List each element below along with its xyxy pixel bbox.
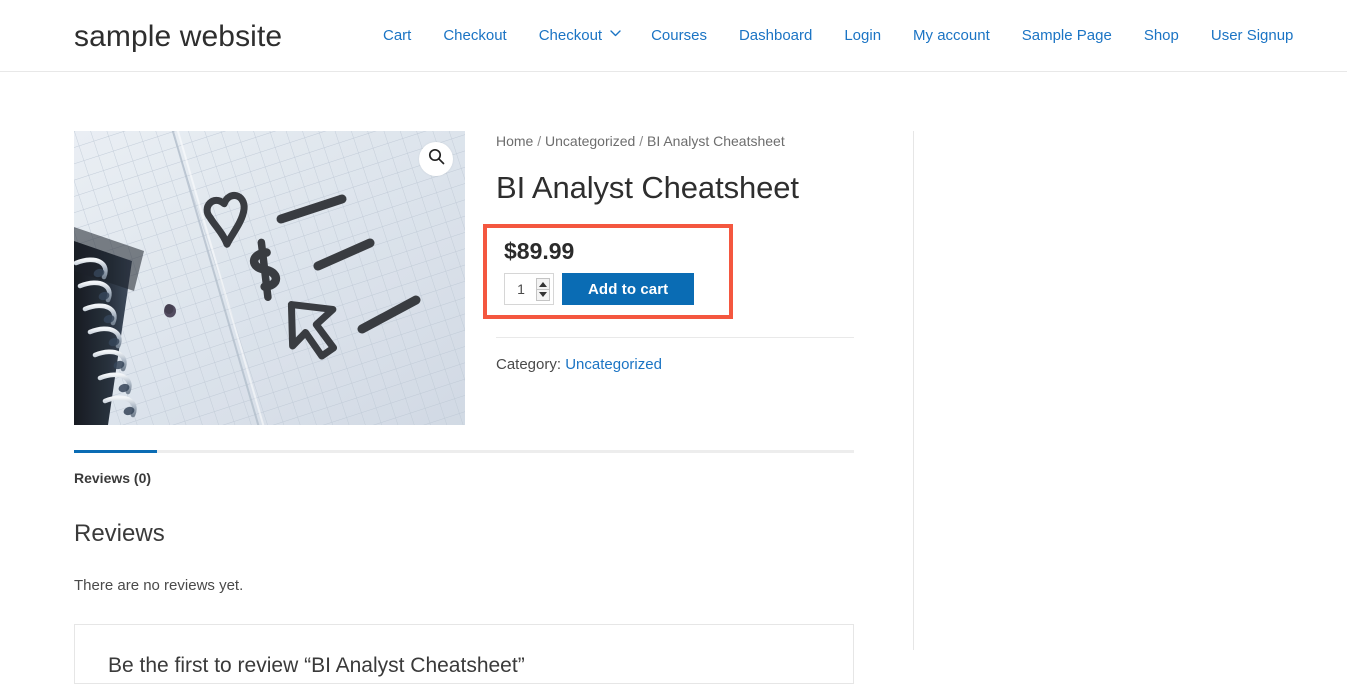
breadcrumb-separator: / <box>537 133 542 149</box>
active-tab-indicator <box>74 450 157 453</box>
breadcrumb-category[interactable]: Uncategorized <box>545 133 635 149</box>
add-to-cart-button[interactable]: Add to cart <box>562 273 695 305</box>
nav-item-checkout[interactable]: Checkout <box>427 25 522 46</box>
spinner-down-icon[interactable] <box>539 292 547 297</box>
quantity-stepper[interactable] <box>504 273 554 305</box>
product-content-column: Home / Uncategorized / BI Analyst Cheats… <box>0 72 914 684</box>
nav-label: My account <box>913 27 990 44</box>
product-image <box>74 131 465 425</box>
nav-item-checkout-dropdown[interactable]: Checkout <box>523 25 635 46</box>
nav-item-cart[interactable]: Cart <box>383 25 427 46</box>
nav-item-courses[interactable]: Courses <box>635 25 723 46</box>
nav-label: Sample Page <box>1021 27 1112 44</box>
product-meta: Category: Uncategorized <box>496 354 662 375</box>
product-gallery[interactable] <box>74 131 465 425</box>
page-title: BI Analyst Cheatsheet <box>496 170 799 205</box>
breadcrumb: Home / Uncategorized / BI Analyst Cheats… <box>496 131 854 151</box>
nav-item-dashboard[interactable]: Dashboard <box>723 25 828 46</box>
nav-item-my-account[interactable]: My account <box>897 25 1006 46</box>
nav-label: Checkout <box>538 27 603 44</box>
nav-label: Cart <box>383 27 412 44</box>
breadcrumb-home[interactable]: Home <box>496 133 533 149</box>
nav-label: Courses <box>651 27 707 44</box>
zoom-image-button[interactable] <box>419 142 453 176</box>
breadcrumb-current: BI Analyst Cheatsheet <box>646 133 785 149</box>
review-form-title: Be the first to review “BI Analyst Cheat… <box>108 654 525 677</box>
nav-label: Dashboard <box>738 27 813 44</box>
nav-item-shop[interactable]: Shop <box>1128 25 1195 46</box>
page-body: Home / Uncategorized / BI Analyst Cheats… <box>0 72 1347 684</box>
nav-item-user-signup[interactable]: User Signup <box>1195 25 1310 46</box>
nav-item-login[interactable]: Login <box>828 25 897 46</box>
site-title[interactable]: sample website <box>74 18 282 56</box>
purchase-highlight-box: $89.99 Add to cart <box>483 224 733 319</box>
add-to-cart-form: Add to cart <box>504 273 695 305</box>
spinner-up-icon[interactable] <box>539 282 547 287</box>
breadcrumb-separator: / <box>639 133 644 149</box>
quantity-input[interactable] <box>505 274 535 304</box>
no-reviews-text: There are no reviews yet. <box>74 577 244 594</box>
summary-divider <box>496 337 854 338</box>
nav-label: Checkout <box>443 27 507 44</box>
spinner-divider <box>537 289 549 290</box>
nav-label: Shop <box>1143 27 1179 44</box>
review-form: Be the first to review “BI Analyst Cheat… <box>74 624 854 684</box>
search-icon <box>428 148 445 170</box>
site-header: sample website Cart Checkout Checkout Co… <box>0 0 1347 72</box>
nav-label: User Signup <box>1210 27 1294 44</box>
product-tabs-section: Reviews (0) Reviews There are no reviews… <box>74 450 854 684</box>
quantity-spinner[interactable] <box>536 278 550 301</box>
tabs-bar <box>74 450 854 453</box>
tab-reviews[interactable]: Reviews (0) <box>74 468 151 488</box>
product-price: $89.99 <box>504 238 575 264</box>
product-summary: Home / Uncategorized / BI Analyst Cheats… <box>483 131 854 373</box>
product-meta-category-link[interactable]: Uncategorized <box>565 356 662 373</box>
primary-navigation: Cart Checkout Checkout Courses Dashboard… <box>383 25 1309 46</box>
nav-item-sample-page[interactable]: Sample Page <box>1006 25 1128 46</box>
reviews-heading: Reviews <box>74 520 165 547</box>
chevron-down-icon <box>610 29 621 38</box>
nav-label: Login <box>844 27 882 44</box>
product-meta-label: Category: <box>496 356 562 373</box>
